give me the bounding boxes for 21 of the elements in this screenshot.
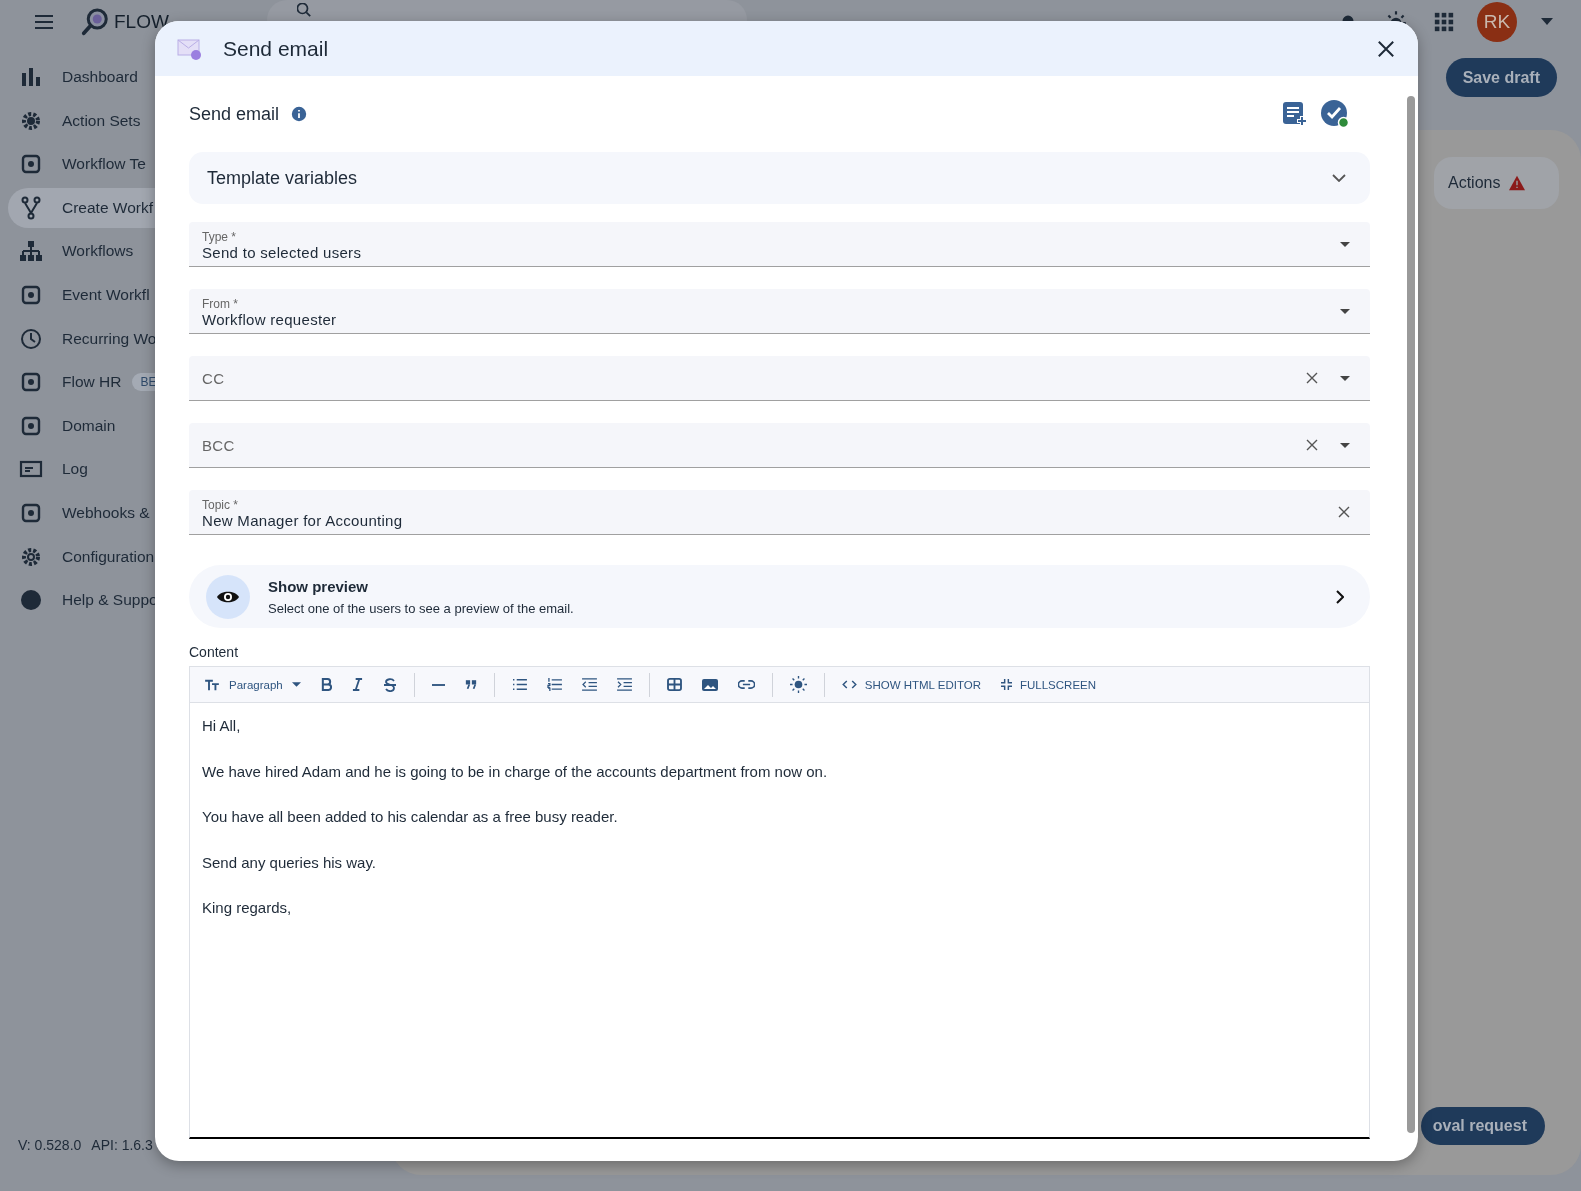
api-version-text: API: 1.6.3 [91, 1137, 153, 1153]
version-text: V: 0.528.0 [18, 1137, 82, 1153]
email-paragraph: We have hired Adam and he is going to be in charge of the accounts department from now on. [202, 761, 829, 782]
email-paragraph: Send any queries his way. [202, 852, 377, 873]
field-value: New Manager for Accounting [202, 511, 403, 529]
placeholder-text: CC [202, 369, 225, 387]
field-label: Type * [202, 229, 237, 244]
email-paragraph: Hi All, [202, 716, 242, 736]
placeholder-text: BCC [202, 436, 235, 454]
preview-title: Show preview [268, 577, 370, 595]
app-logo: FLOW [114, 11, 169, 33]
preview-description: Select one of the users to see a preview of the email. [268, 600, 574, 616]
field-label: From * [202, 296, 238, 311]
content-label: Content [189, 644, 240, 660]
field-value: Workflow requester [202, 310, 337, 328]
field-label: Topic * [202, 497, 239, 512]
section-title: Send email [189, 103, 280, 125]
email-paragraph: You have all been added to his calendar as a free busy reader. [202, 807, 619, 827]
email-paragraph: King regards, [202, 898, 293, 918]
field-value: Send to selected users [202, 243, 362, 261]
dialog-title: Send email [223, 36, 329, 61]
